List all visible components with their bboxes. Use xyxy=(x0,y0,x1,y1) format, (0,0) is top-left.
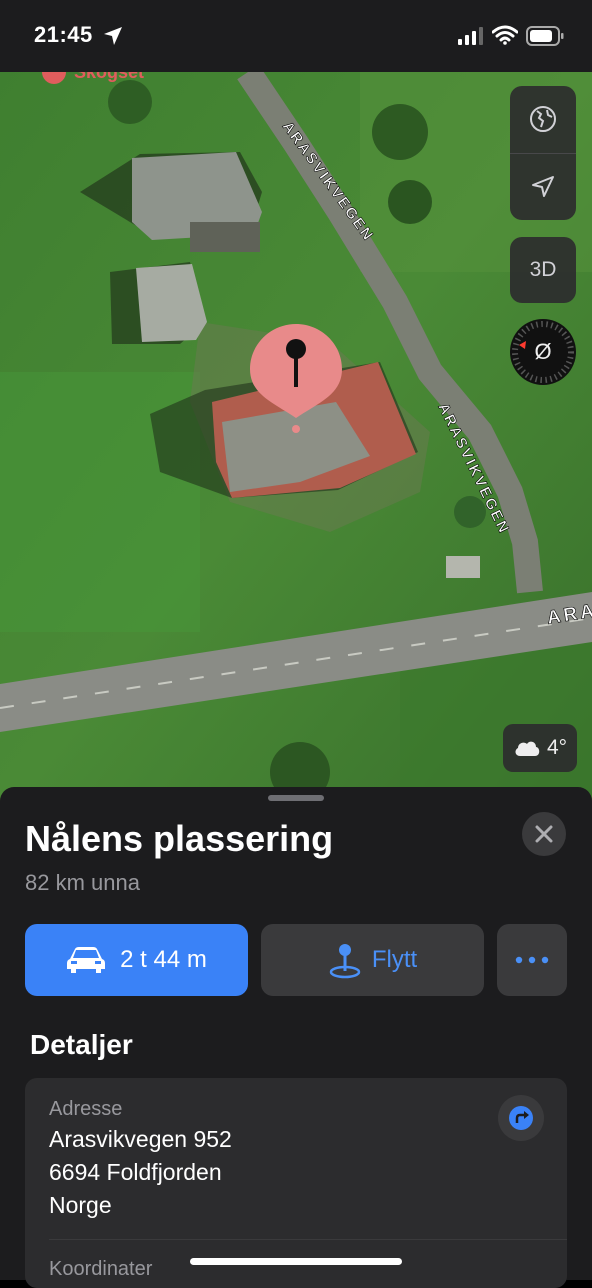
locate-me-button[interactable] xyxy=(510,154,576,220)
compass-label: Ø xyxy=(534,339,552,364)
location-arrow-icon xyxy=(532,176,554,197)
move-label: Flytt xyxy=(371,946,418,973)
wifi-icon xyxy=(492,25,518,45)
sheet-grabber[interactable] xyxy=(268,795,324,801)
address-card: Adresse Arasvikvegen 952 6694 Foldfjorde… xyxy=(25,1078,567,1288)
ellipsis-icon xyxy=(515,956,549,964)
sheet-title: Nålens plassering xyxy=(25,818,334,859)
address-line[interactable]: 6694 Foldfjorden xyxy=(49,1159,222,1186)
directions-label: 2 t 44 m xyxy=(120,946,207,973)
turn-right-arrow-icon xyxy=(509,1106,533,1130)
location-arrow-icon xyxy=(104,27,122,45)
place-sheet: Nålens plassering 82 km unna 2 t 44 m Fl… xyxy=(0,787,592,1288)
3d-label: 3D xyxy=(529,258,557,281)
address-directions-button[interactable] xyxy=(498,1095,544,1141)
address-label: Adresse xyxy=(49,1098,123,1120)
car-icon xyxy=(67,947,106,973)
directions-button[interactable]: 2 t 44 m xyxy=(25,924,248,996)
move-pin-button[interactable]: Flytt xyxy=(261,924,484,996)
3d-toggle-button[interactable]: 3D xyxy=(510,237,576,303)
weather-badge: 4° xyxy=(503,724,577,772)
cloud-icon xyxy=(515,741,540,756)
status-bar: 21:45 xyxy=(0,0,592,72)
status-time: 21:45 xyxy=(34,22,93,47)
temperature-label: 4° xyxy=(546,736,568,759)
address-line[interactable]: Norge xyxy=(49,1192,112,1219)
distance-label: 82 km unna xyxy=(25,870,140,895)
close-button[interactable] xyxy=(522,812,566,856)
details-heading: Detaljer xyxy=(30,1029,133,1060)
map-controls xyxy=(510,86,576,220)
close-icon xyxy=(535,825,553,843)
home-indicator[interactable] xyxy=(190,1258,402,1265)
pin-move-icon xyxy=(329,944,361,979)
card-divider xyxy=(49,1239,567,1240)
cellular-signal-icon xyxy=(458,27,483,45)
map-mode-button[interactable] xyxy=(510,86,576,152)
map-imagery: Skogset ARASVIKVEGEN ARASVIKVEGEN ARA xyxy=(0,72,592,812)
compass-button[interactable]: Ø xyxy=(510,319,576,385)
address-line[interactable]: Arasvikvegen 952 xyxy=(49,1126,232,1153)
poi-label: Skogset xyxy=(74,72,144,82)
more-button[interactable] xyxy=(497,924,567,996)
battery-icon xyxy=(526,26,564,46)
satellite-map[interactable]: Skogset ARASVIKVEGEN ARASVIKVEGEN ARA xyxy=(0,72,592,812)
globe-icon xyxy=(530,106,556,132)
coordinates-label: Koordinater xyxy=(49,1258,153,1280)
